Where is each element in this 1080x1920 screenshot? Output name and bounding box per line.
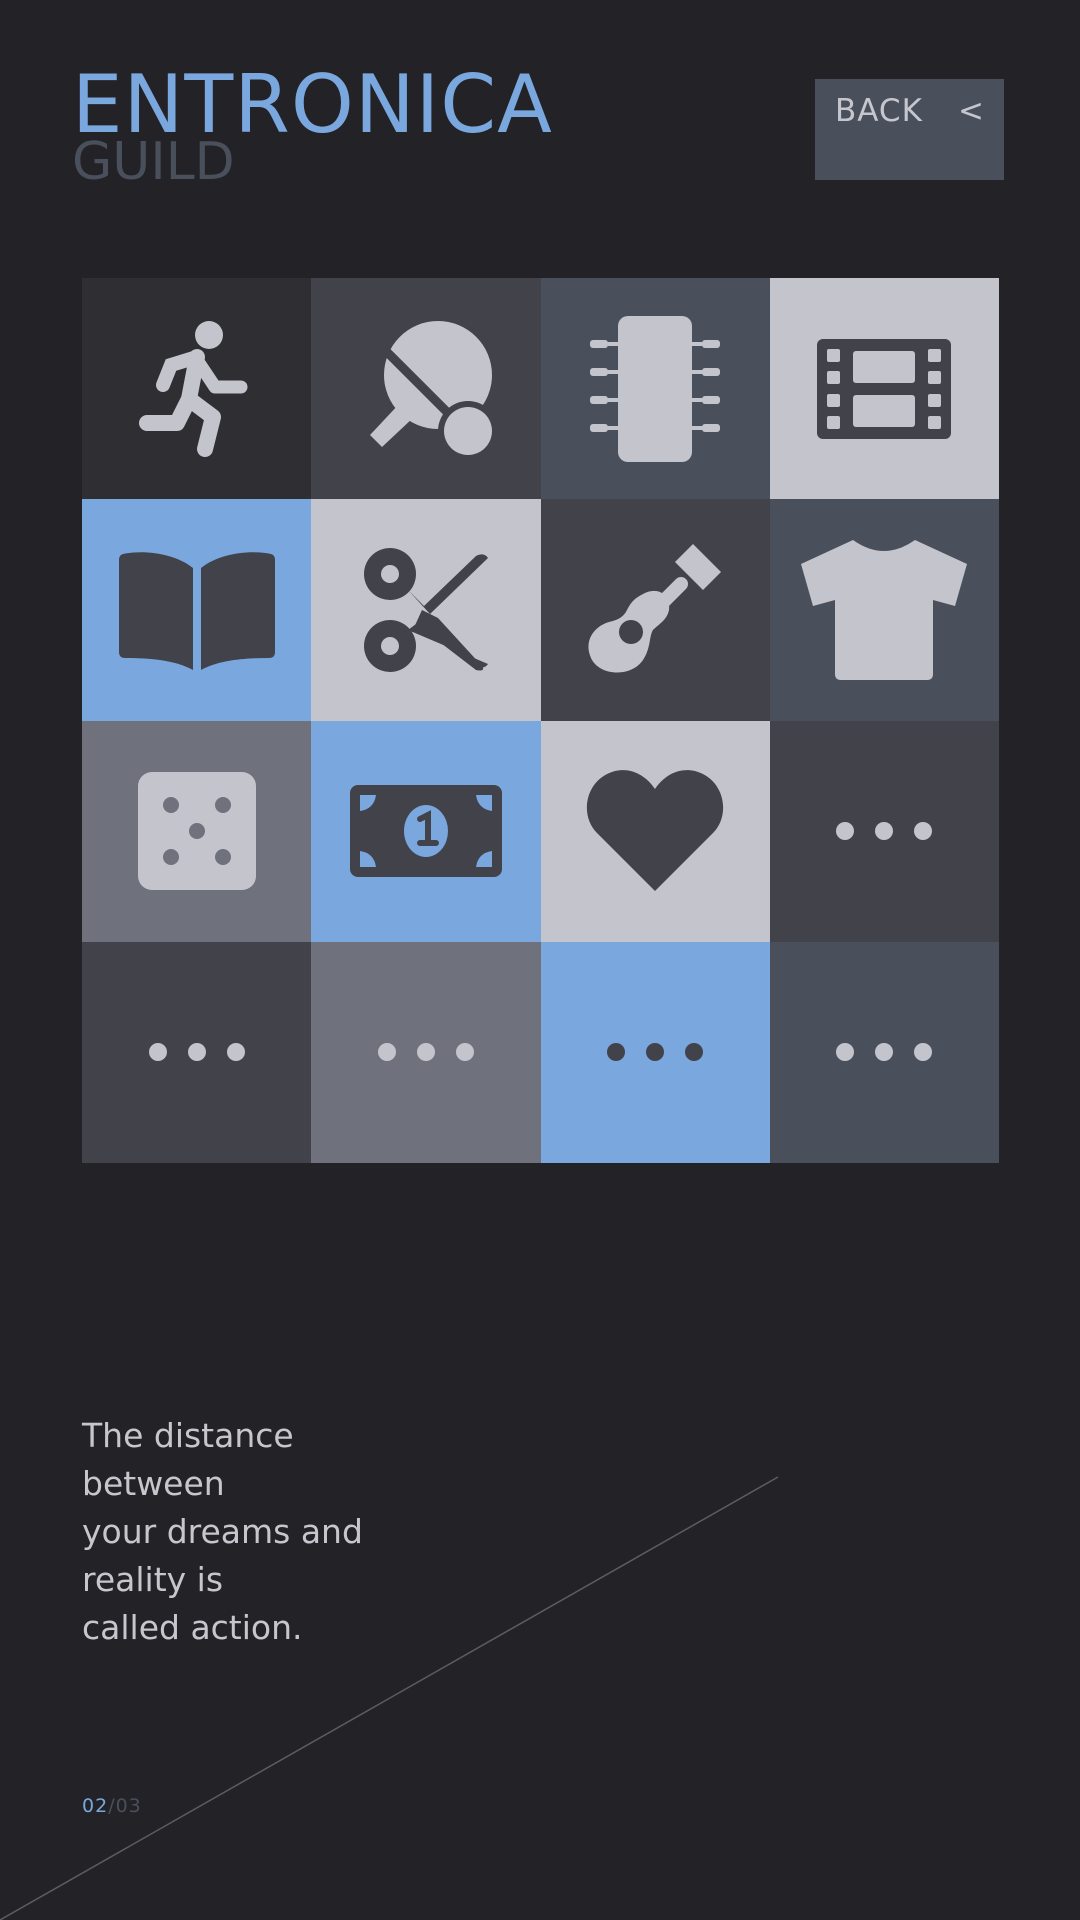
more-dots-icon xyxy=(148,1043,245,1062)
open-book-icon xyxy=(118,552,275,670)
tile-banknote[interactable] xyxy=(311,720,541,942)
film-icon xyxy=(817,338,952,439)
quote-line: your dreams and xyxy=(82,1512,363,1551)
tile-more-4[interactable] xyxy=(540,941,770,1163)
tile-microchip[interactable] xyxy=(540,278,770,500)
motivational-quote: The distance between your dreams and rea… xyxy=(82,1412,442,1652)
more-dots-icon xyxy=(836,822,933,841)
more-dots-icon xyxy=(377,1043,474,1062)
banknote-icon xyxy=(349,785,502,878)
tile-more-2[interactable] xyxy=(82,941,312,1163)
tile-t-shirt[interactable] xyxy=(769,499,999,721)
quote-line: between xyxy=(82,1464,225,1503)
tile-running[interactable] xyxy=(82,278,312,500)
scissors-icon xyxy=(363,547,488,672)
quote-line: reality is xyxy=(82,1560,224,1599)
quote-line: called action. xyxy=(82,1608,303,1647)
dice-icon xyxy=(137,772,256,891)
tile-book[interactable] xyxy=(82,499,312,721)
chevron-left-icon: < xyxy=(958,93,984,129)
page-current: 02 xyxy=(82,1795,109,1817)
page-indicator: 02/03 xyxy=(82,1795,142,1817)
ping-pong-icon xyxy=(369,320,496,459)
tile-dice[interactable] xyxy=(82,720,312,942)
tile-more-3[interactable] xyxy=(311,941,541,1163)
t-shirt-icon xyxy=(801,539,968,680)
tile-film[interactable] xyxy=(769,278,999,500)
tile-guitar[interactable] xyxy=(540,499,770,721)
page-separator: / xyxy=(108,1795,116,1817)
tile-scissors[interactable] xyxy=(311,499,541,721)
tile-more-5[interactable] xyxy=(769,941,999,1163)
tile-more-1[interactable] xyxy=(769,720,999,942)
running-person-icon xyxy=(138,320,248,457)
tile-ping-pong[interactable] xyxy=(311,278,541,500)
back-button[interactable]: BACK < xyxy=(815,79,1004,180)
page-total: 03 xyxy=(115,1795,142,1817)
back-button-label: BACK xyxy=(835,93,923,129)
quote-line: The distance xyxy=(82,1416,294,1455)
brand-subtitle: GUILD xyxy=(72,132,235,192)
more-dots-icon xyxy=(836,1043,933,1062)
guitar-icon xyxy=(588,543,722,673)
more-dots-icon xyxy=(607,1043,704,1062)
category-grid xyxy=(82,278,999,1163)
heart-icon xyxy=(587,770,724,892)
microchip-icon xyxy=(590,315,721,462)
tile-heart[interactable] xyxy=(540,720,770,942)
